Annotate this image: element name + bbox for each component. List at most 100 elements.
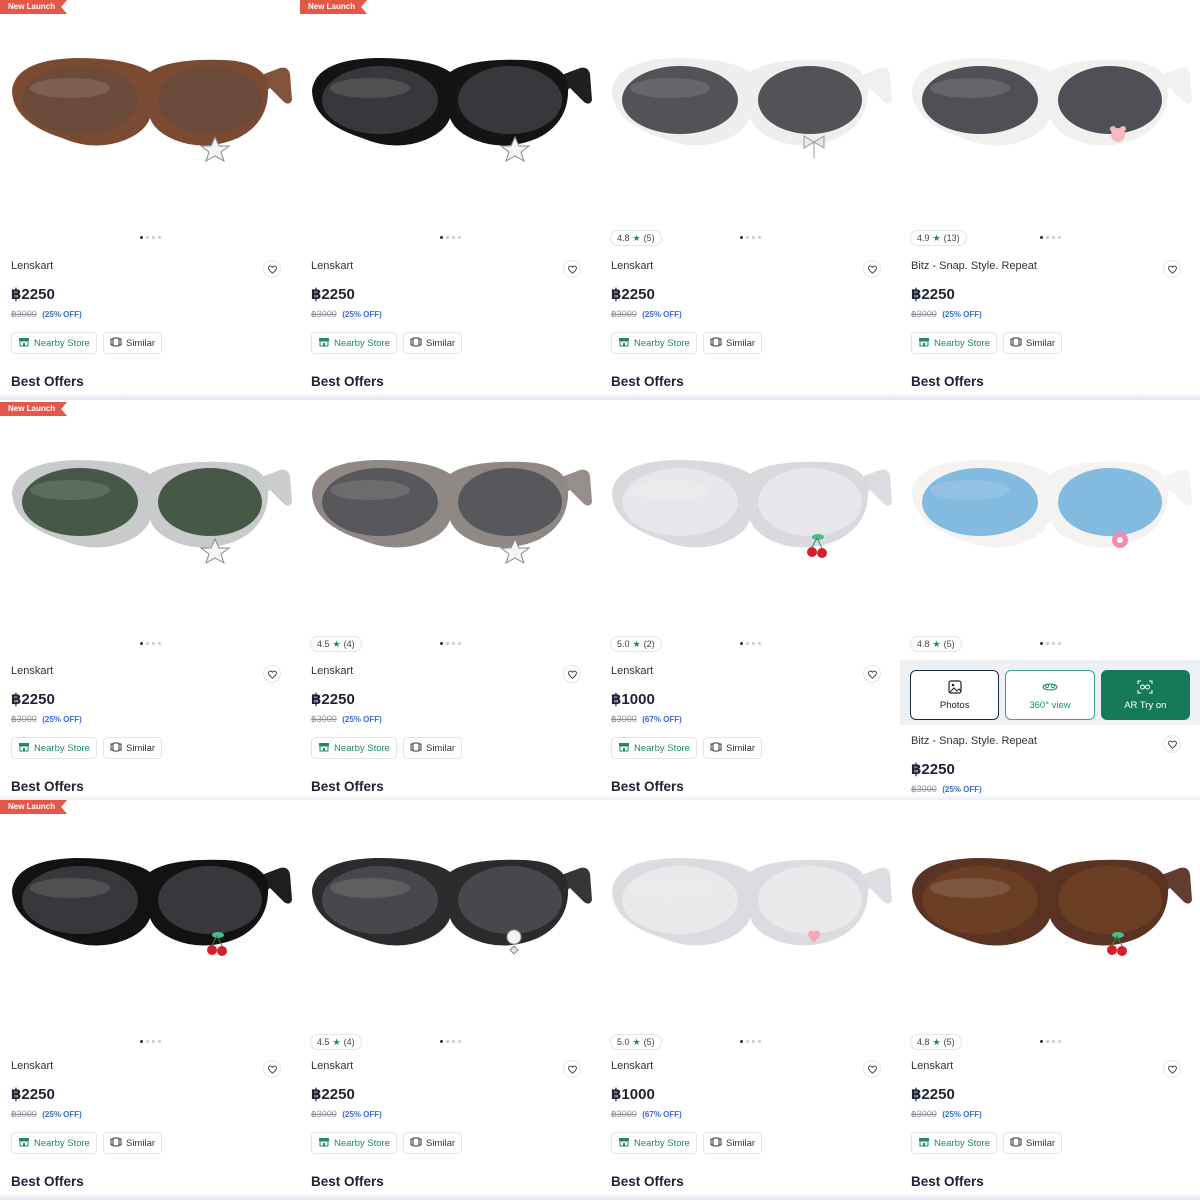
carousel-dot[interactable] xyxy=(440,1040,443,1043)
similar-button[interactable]: Similar xyxy=(402,737,463,759)
wishlist-heart-icon[interactable] xyxy=(863,260,881,278)
carousel-dot[interactable] xyxy=(1058,236,1061,239)
carousel-dot[interactable] xyxy=(452,1040,455,1043)
image-carousel-dots[interactable] xyxy=(1040,236,1061,239)
product-card[interactable]: 4.9 ★ (13) Bitz - Snap. Style. Repeat ฿2… xyxy=(900,0,1200,400)
image-carousel-dots[interactable] xyxy=(140,236,161,239)
product-image[interactable] xyxy=(300,442,600,582)
product-image[interactable] xyxy=(600,40,900,180)
similar-button[interactable]: Similar xyxy=(102,737,163,759)
product-image[interactable] xyxy=(0,40,300,180)
carousel-dot[interactable] xyxy=(458,1040,461,1043)
wishlist-heart-icon[interactable] xyxy=(563,1060,581,1078)
carousel-dot[interactable] xyxy=(758,236,761,239)
similar-button[interactable]: Similar xyxy=(1002,1132,1063,1154)
image-carousel-dots[interactable] xyxy=(440,236,461,239)
nearby-store-button[interactable]: Nearby Store xyxy=(911,332,997,354)
best-offers-title[interactable]: Best Offers xyxy=(611,779,891,794)
carousel-dot[interactable] xyxy=(140,1040,143,1043)
carousel-dot[interactable] xyxy=(158,642,161,645)
carousel-dot[interactable] xyxy=(140,642,143,645)
wishlist-heart-icon[interactable] xyxy=(1163,735,1181,753)
nearby-store-button[interactable]: Nearby Store xyxy=(311,1132,397,1154)
carousel-dot[interactable] xyxy=(746,1040,749,1043)
carousel-dot[interactable] xyxy=(152,1040,155,1043)
wishlist-heart-icon[interactable] xyxy=(263,260,281,278)
wishlist-heart-icon[interactable] xyxy=(1163,260,1181,278)
carousel-dot[interactable] xyxy=(1058,1040,1061,1043)
image-carousel-dots[interactable] xyxy=(740,236,761,239)
carousel-dot[interactable] xyxy=(458,236,461,239)
similar-button[interactable]: Similar xyxy=(402,332,463,354)
similar-button[interactable]: Similar xyxy=(702,332,763,354)
carousel-dot[interactable] xyxy=(1046,642,1049,645)
carousel-dot[interactable] xyxy=(758,1040,761,1043)
best-offers-title[interactable]: Best Offers xyxy=(11,779,291,794)
product-image[interactable] xyxy=(900,40,1200,180)
wishlist-heart-icon[interactable] xyxy=(863,1060,881,1078)
product-image[interactable] xyxy=(900,840,1200,980)
nearby-store-button[interactable]: Nearby Store xyxy=(11,1132,97,1154)
product-card[interactable]: 4.8 ★ (5) Lenskart ฿2250 ฿3000 (25% OFF)… xyxy=(600,0,900,400)
similar-button[interactable]: Similar xyxy=(1002,332,1063,354)
wishlist-heart-icon[interactable] xyxy=(863,665,881,683)
product-card[interactable]: 4.8 ★ (5) Bitz - Snap. Style. Repeat ฿22… xyxy=(900,402,1200,802)
best-offers-title[interactable]: Best Offers xyxy=(311,779,591,794)
product-image[interactable] xyxy=(0,840,300,980)
product-card[interactable]: 4.5 ★ (4) Lenskart ฿2250 ฿3000 (25% OFF)… xyxy=(300,800,600,1200)
carousel-dot[interactable] xyxy=(152,236,155,239)
carousel-dot[interactable] xyxy=(452,642,455,645)
best-offers-title[interactable]: Best Offers xyxy=(11,374,291,389)
image-carousel-dots[interactable] xyxy=(140,642,161,645)
carousel-dot[interactable] xyxy=(140,236,143,239)
carousel-dot[interactable] xyxy=(1058,642,1061,645)
image-carousel-dots[interactable] xyxy=(440,642,461,645)
carousel-dot[interactable] xyxy=(446,1040,449,1043)
nearby-store-button[interactable]: Nearby Store xyxy=(611,1132,697,1154)
product-image[interactable] xyxy=(600,442,900,582)
carousel-dot[interactable] xyxy=(452,236,455,239)
nearby-store-button[interactable]: Nearby Store xyxy=(611,737,697,759)
carousel-dot[interactable] xyxy=(758,642,761,645)
carousel-dot[interactable] xyxy=(1046,1040,1049,1043)
carousel-dot[interactable] xyxy=(158,1040,161,1043)
product-card[interactable]: 4.5 ★ (4) Lenskart ฿2250 ฿3000 (25% OFF)… xyxy=(300,402,600,802)
product-card[interactable]: New Launch Lenskart ฿2250 ฿3000 (25% OFF… xyxy=(0,402,300,802)
product-card[interactable]: 5.0 ★ (2) Lenskart ฿1000 ฿3000 (67% OFF)… xyxy=(600,402,900,802)
wishlist-heart-icon[interactable] xyxy=(263,1060,281,1078)
nearby-store-button[interactable]: Nearby Store xyxy=(11,737,97,759)
carousel-dot[interactable] xyxy=(752,236,755,239)
carousel-dot[interactable] xyxy=(1046,236,1049,239)
carousel-dot[interactable] xyxy=(752,642,755,645)
wishlist-heart-icon[interactable] xyxy=(563,260,581,278)
carousel-dot[interactable] xyxy=(440,642,443,645)
carousel-dot[interactable] xyxy=(1040,642,1043,645)
photos-button[interactable]: Photos xyxy=(910,670,1000,720)
carousel-dot[interactable] xyxy=(146,236,149,239)
image-carousel-dots[interactable] xyxy=(1040,642,1061,645)
nearby-store-button[interactable]: Nearby Store xyxy=(11,332,97,354)
similar-button[interactable]: Similar xyxy=(102,1132,163,1154)
nearby-store-button[interactable]: Nearby Store xyxy=(911,1132,997,1154)
carousel-dot[interactable] xyxy=(458,642,461,645)
product-card[interactable]: 4.8 ★ (5) Lenskart ฿2250 ฿3000 (25% OFF)… xyxy=(900,800,1200,1200)
product-card[interactable]: New Launch Lenskart ฿2250 ฿3000 (25% OFF… xyxy=(300,0,600,400)
carousel-dot[interactable] xyxy=(1052,236,1055,239)
best-offers-title[interactable]: Best Offers xyxy=(311,374,591,389)
image-carousel-dots[interactable] xyxy=(140,1040,161,1043)
carousel-dot[interactable] xyxy=(152,642,155,645)
best-offers-title[interactable]: Best Offers xyxy=(311,1174,591,1189)
best-offers-title[interactable]: Best Offers xyxy=(11,1174,291,1189)
product-image[interactable] xyxy=(300,40,600,180)
wishlist-heart-icon[interactable] xyxy=(563,665,581,683)
similar-button[interactable]: Similar xyxy=(402,1132,463,1154)
nearby-store-button[interactable]: Nearby Store xyxy=(611,332,697,354)
carousel-dot[interactable] xyxy=(746,236,749,239)
product-card[interactable]: 5.0 ★ (5) Lenskart ฿1000 ฿3000 (67% OFF)… xyxy=(600,800,900,1200)
carousel-dot[interactable] xyxy=(440,236,443,239)
image-carousel-dots[interactable] xyxy=(440,1040,461,1043)
product-image[interactable] xyxy=(0,442,300,582)
carousel-dot[interactable] xyxy=(740,236,743,239)
best-offers-title[interactable]: Best Offers xyxy=(611,374,891,389)
best-offers-title[interactable]: Best Offers xyxy=(911,374,1191,389)
